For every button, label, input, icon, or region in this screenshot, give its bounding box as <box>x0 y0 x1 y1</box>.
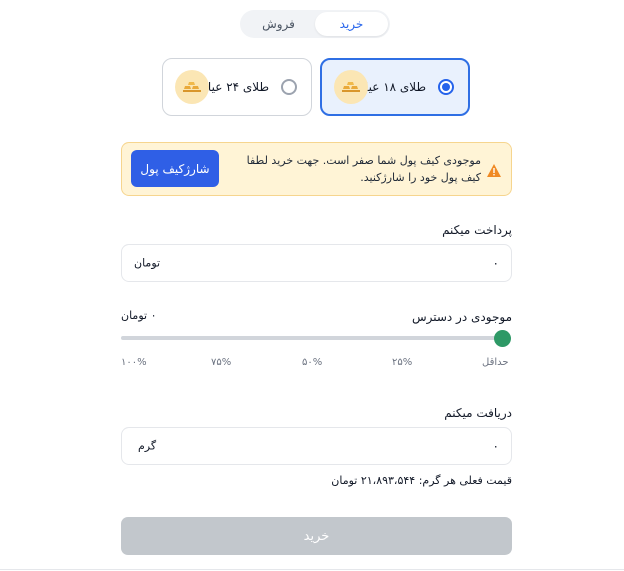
pay-amount-field[interactable]: ۰ تومان <box>121 244 512 282</box>
karat-label-18: طلای ۱۸ عیار <box>359 80 426 94</box>
receive-unit: گرم <box>138 439 157 453</box>
slider-tick-min: حداقل <box>482 357 509 368</box>
slider-tick-75: ۷۵% <box>211 357 232 368</box>
charge-wallet-button[interactable]: شارژکیف پول <box>131 150 219 187</box>
available-balance-label: موجودی در دسترس <box>411 310 512 324</box>
amount-slider-thumb[interactable] <box>494 330 511 347</box>
karat-option-18[interactable]: طلای ۱۸ عیار <box>320 58 470 116</box>
current-price-per-gram: قیمت فعلی هر گرم: ۲۱،۸۹۳،۵۴۴ تومان <box>331 474 512 487</box>
karat-label-24: طلای ۲۴ عیار <box>202 80 269 94</box>
gold-bars-icon <box>175 70 209 104</box>
tab-sell[interactable]: فروش <box>242 12 315 36</box>
available-balance-value: ۰ تومان <box>121 309 157 322</box>
slider-tick-25: ۲۵% <box>392 357 413 368</box>
buy-sell-tabs: فروش خرید <box>240 10 390 38</box>
slider-tick-100: ۱۰۰% <box>121 357 147 368</box>
radio-unselected[interactable] <box>281 79 297 95</box>
pay-label: پرداخت میکنم <box>442 223 512 237</box>
buy-button[interactable]: خرید <box>121 517 512 555</box>
gold-bars-icon <box>334 70 368 104</box>
alert-message: موجودی کیف پول شما صفر است. جهت خرید لطف… <box>246 154 481 184</box>
radio-selected[interactable] <box>438 79 454 95</box>
slider-tick-50: ۵۰% <box>302 357 323 368</box>
pay-unit: تومان <box>134 256 161 270</box>
receive-amount-value: ۰ <box>492 439 499 453</box>
divider <box>0 569 624 570</box>
pay-amount-value: ۰ <box>492 256 499 270</box>
karat-option-24[interactable]: طلای ۲۴ عیار <box>162 58 312 116</box>
empty-wallet-alert: موجودی کیف پول شما صفر است. جهت خرید لطف… <box>121 142 512 196</box>
warning-icon <box>487 162 501 181</box>
tab-buy[interactable]: خرید <box>315 12 388 36</box>
receive-amount-field[interactable]: ۰ گرم <box>121 427 512 465</box>
amount-slider-track[interactable] <box>121 336 511 340</box>
receive-label: دریافت میکنم <box>444 406 512 420</box>
